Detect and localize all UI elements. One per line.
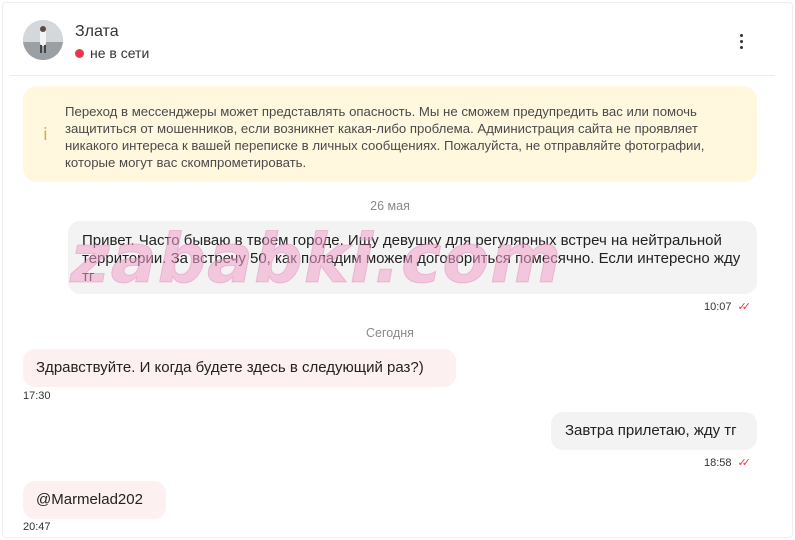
message-text: Завтра прилетаю, жду тг xyxy=(565,422,737,439)
contact-name: Злата xyxy=(75,23,119,40)
message-meta: 10:07 ✓✓ xyxy=(704,300,752,313)
more-options-button[interactable] xyxy=(730,30,752,52)
message-text: @Marmelad202 xyxy=(36,491,143,508)
double-check-icon: ✓✓ xyxy=(737,456,752,469)
kebab-dot xyxy=(739,39,743,43)
kebab-menu-icon xyxy=(739,33,743,37)
kebab-dot xyxy=(739,45,743,49)
avatar[interactable] xyxy=(23,20,63,60)
message-meta: 20:47 xyxy=(23,521,51,533)
warning-text: Переход в мессенджеры может представлять… xyxy=(65,104,705,170)
message-meta: 18:58 ✓✓ xyxy=(704,456,752,469)
status-label: не в сети xyxy=(90,45,150,61)
message-bubble-incoming[interactable]: @Marmelad202 xyxy=(23,481,166,519)
message-bubble-incoming[interactable]: Здравствуйте. И когда будете здесь в сле… xyxy=(23,349,456,387)
date-separator: 26 мая xyxy=(370,199,410,213)
message-meta: 17:30 xyxy=(23,390,51,402)
header-divider xyxy=(10,75,775,76)
online-status: не в сети xyxy=(75,45,149,61)
message-time: 18:58 xyxy=(704,456,732,469)
date-separator: Сегодня xyxy=(366,326,414,340)
message-bubble-outgoing[interactable]: Привет. Часто бываю в твоем городе. Ищу … xyxy=(68,221,757,294)
message-text: Привет. Часто бываю в твоем городе. Ищу … xyxy=(82,232,741,285)
double-check-icon: ✓✓ xyxy=(737,300,752,313)
message-text: Здравствуйте. И когда будете здесь в сле… xyxy=(36,359,424,376)
message-time: 20:47 xyxy=(23,521,51,533)
message-bubble-outgoing[interactable]: Завтра прилетаю, жду тг xyxy=(551,412,757,450)
status-dot-icon xyxy=(75,48,84,58)
safety-warning: ⅰ Переход в мессенджеры может представля… xyxy=(23,86,757,182)
message-time: 10:07 xyxy=(704,300,732,313)
message-time: 17:30 xyxy=(23,390,51,402)
info-icon: ⅰ xyxy=(43,125,48,145)
chat-header: Злата не в сети xyxy=(0,0,795,76)
